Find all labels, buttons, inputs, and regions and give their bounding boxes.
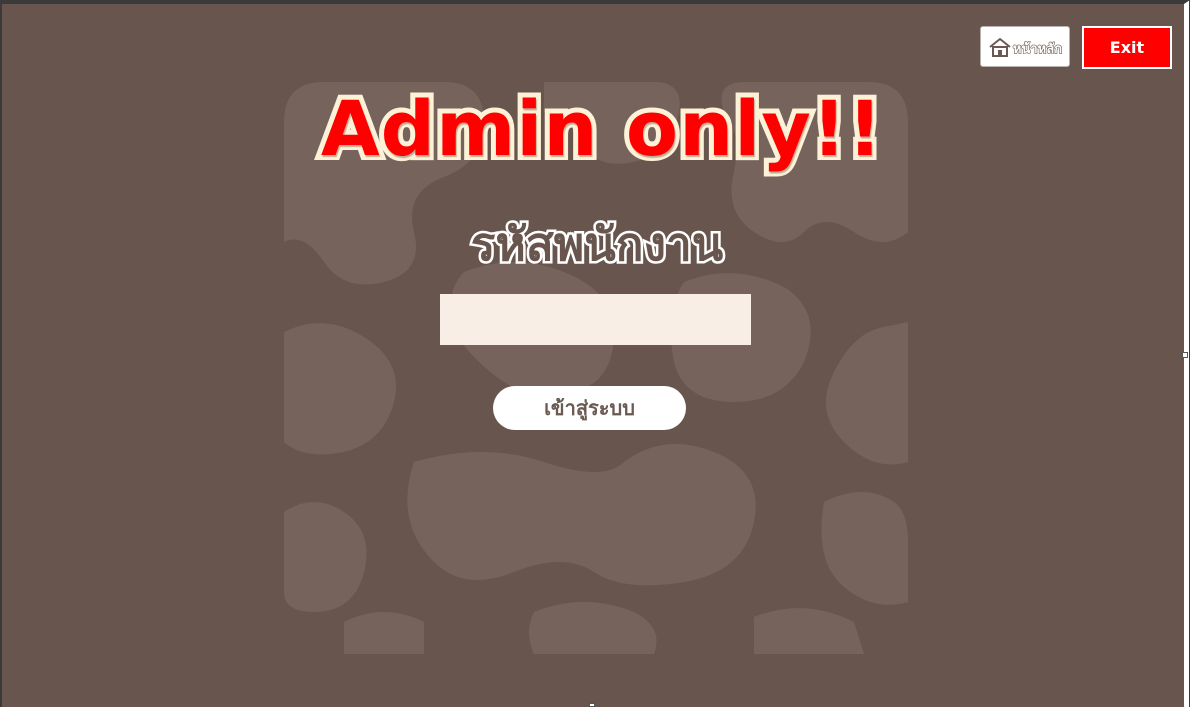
page-title: Admin only!!	[302, 74, 902, 184]
login-button[interactable]: เข้าสู่ระบบ	[493, 386, 686, 430]
home-icon	[989, 37, 1011, 57]
resize-handle-right[interactable]	[1182, 352, 1188, 358]
page-title-text: Admin only!!	[316, 79, 887, 178]
employee-id-input[interactable]	[440, 294, 751, 345]
employee-id-label: รหัสพนักงาน	[468, 215, 725, 274]
exit-button[interactable]: Exit	[1082, 26, 1172, 69]
home-button[interactable]: หน้าหลัก	[980, 26, 1070, 67]
resize-handle-bottom[interactable]	[589, 703, 595, 707]
app-window: หน้าหลัก Exit Admin only!! รหัสพนักงาน เ…	[0, 0, 1190, 707]
home-button-label: หน้าหลัก	[1012, 41, 1063, 57]
